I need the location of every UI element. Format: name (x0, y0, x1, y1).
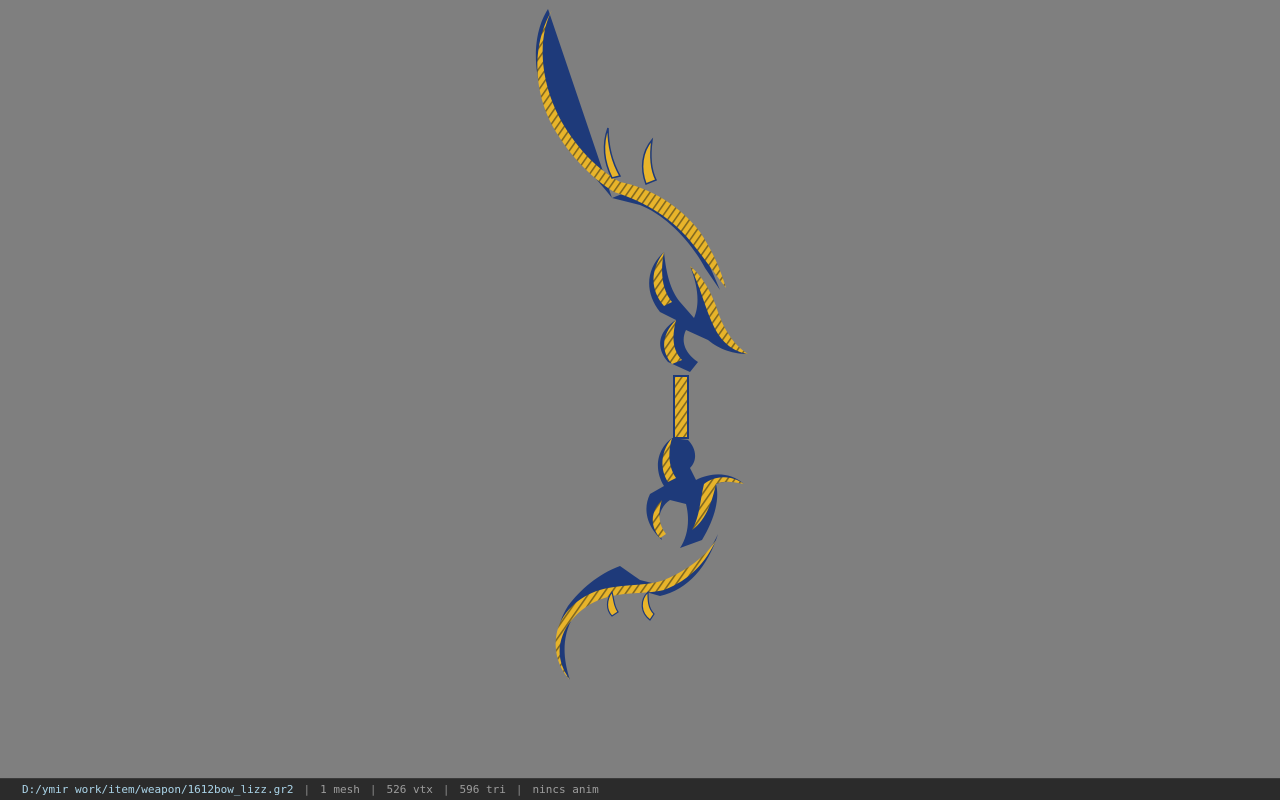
triangle-count: 596 tri (459, 783, 506, 796)
separator: | (515, 783, 523, 796)
lower-spike-1 (606, 590, 619, 617)
anim-status: nincs anim (532, 783, 599, 796)
separator: | (369, 783, 377, 796)
lower-limb-front (555, 540, 716, 680)
status-bar: D:/ymir work/item/weapon/1612bow_lizz.gr… (0, 778, 1280, 800)
upper-claw-cluster (649, 252, 748, 372)
bow-model[interactable] (0, 0, 1280, 778)
upper-limb-back (535, 9, 720, 290)
separator: | (303, 783, 311, 796)
separator: | (442, 783, 450, 796)
upper-spike-2 (641, 137, 658, 185)
mesh-count: 1 mesh (320, 783, 360, 796)
vertex-count: 526 vtx (386, 783, 433, 796)
file-path: D:/ymir work/item/weapon/1612bow_lizz.gr… (22, 783, 294, 796)
lower-spike-2 (641, 590, 655, 621)
upper-limb-front (537, 10, 726, 288)
bow-grip (673, 375, 689, 439)
upper-spike-1 (603, 127, 622, 179)
3d-viewport[interactable] (0, 0, 1280, 778)
